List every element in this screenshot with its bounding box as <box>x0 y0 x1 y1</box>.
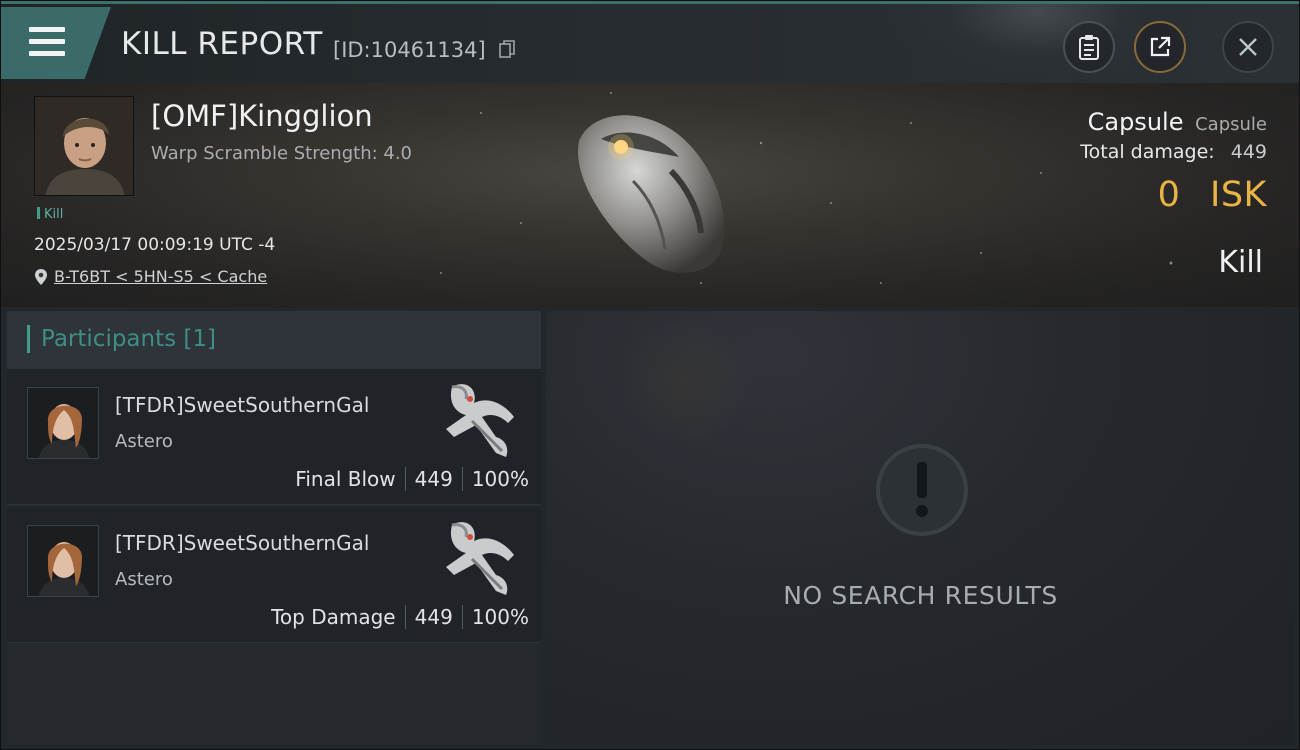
clipboard-button[interactable] <box>1063 21 1115 73</box>
participant-stats: Top Damage 449 100% <box>271 605 529 629</box>
participants-panel: Participants [1] [TFDR]SweetSouthernGal … <box>7 311 541 745</box>
participant-row[interactable]: [TFDR]SweetSouthernGal Astero Top Damage… <box>7 507 541 643</box>
victim-subtitle: Warp Scramble Strength: 4.0 <box>151 143 413 164</box>
victim-portrait[interactable] <box>34 96 134 196</box>
participant-percent: 100% <box>471 605 529 629</box>
close-icon <box>1239 38 1257 56</box>
participant-row[interactable]: [TFDR]SweetSouthernGal Astero Final Blow… <box>7 369 541 505</box>
participants-header: Participants [1] <box>7 311 541 369</box>
header-bar: KILL REPORT [ID:10461134] <box>1 1 1299 86</box>
accent-bar <box>27 325 30 353</box>
isk-unit: ISK <box>1210 175 1267 215</box>
participant-name: [TFDR]SweetSouthernGal <box>115 393 370 417</box>
capsule-ship-render <box>578 115 725 273</box>
close-button[interactable] <box>1222 21 1274 73</box>
participants-count: [1] <box>183 326 217 352</box>
participant-damage: 449 <box>414 467 453 491</box>
copy-icon[interactable] <box>499 40 515 59</box>
participant-percent: 100% <box>471 467 529 491</box>
total-damage: Total damage: 449 <box>1080 141 1267 163</box>
participant-role: Final Blow <box>295 467 396 491</box>
participant-stats: Final Blow 449 100% <box>295 467 529 491</box>
participant-avatar <box>27 525 99 597</box>
location-text: B-T6BT < 5HN-S5 < Cache <box>54 267 268 286</box>
share-button[interactable] <box>1134 21 1186 73</box>
total-damage-label: Total damage: <box>1080 141 1215 163</box>
participant-avatar <box>27 387 99 459</box>
background-decoration <box>616 321 756 441</box>
participant-name: [TFDR]SweetSouthernGal <box>115 531 370 555</box>
menu-icon <box>29 27 65 57</box>
ship-name: Capsule Capsule <box>1087 108 1267 136</box>
exclamation-icon <box>876 444 968 536</box>
victim-banner: [OMF]Kingglion Warp Scramble Strength: 4… <box>1 83 1299 307</box>
menu-button[interactable] <box>1 7 111 79</box>
clipboard-icon <box>1079 35 1099 60</box>
participant-ship: Astero <box>115 431 173 452</box>
kill-timestamp: 2025/03/17 00:09:19 UTC -4 <box>34 235 276 255</box>
total-damage-value: 449 <box>1230 141 1267 163</box>
report-id: [ID:10461134] <box>333 38 486 62</box>
astero-ship-icon <box>446 384 514 457</box>
isk-amount: 0 <box>1157 175 1181 215</box>
report-result: Kill <box>1218 245 1263 280</box>
participants-title: Participants [1] <box>41 326 217 352</box>
results-panel: NO SEARCH RESULTS <box>546 311 1295 745</box>
ship-class: Capsule <box>1195 114 1267 135</box>
isk-value: 0 ISK <box>1158 175 1267 215</box>
victim-name[interactable]: [OMF]Kingglion <box>151 99 373 133</box>
empty-state-text: NO SEARCH RESULTS <box>783 581 1058 610</box>
kill-report-window: KILL REPORT [ID:10461134] [OMF]Kingglion… <box>0 0 1300 750</box>
astero-ship-icon <box>446 522 514 595</box>
victim-avatar <box>35 97 133 195</box>
location-link[interactable]: B-T6BT < 5HN-S5 < Cache <box>34 267 267 286</box>
kill-tag: Kill <box>37 207 63 222</box>
participant-damage: 449 <box>414 605 453 629</box>
location-pin-icon <box>35 268 47 285</box>
page-title: KILL REPORT <box>121 26 323 62</box>
share-icon <box>1150 36 1171 57</box>
participant-role: Top Damage <box>271 605 396 629</box>
participant-ship: Astero <box>115 569 173 590</box>
